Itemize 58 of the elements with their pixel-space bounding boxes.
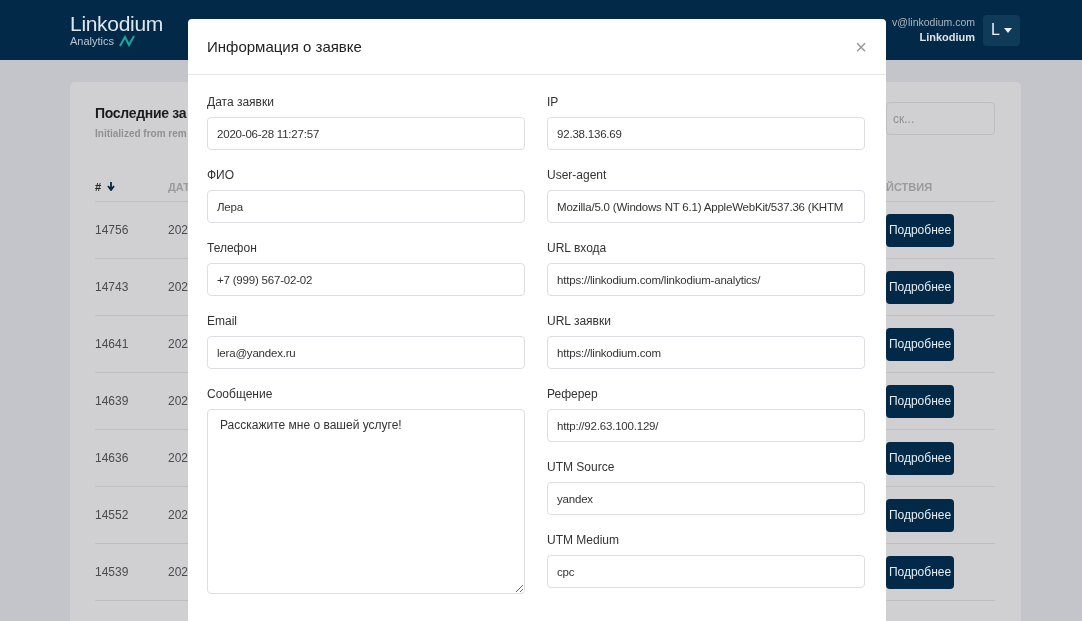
table-cell: 202 — [168, 565, 188, 579]
field-label: User-agent — [547, 168, 608, 182]
table-cell-text: 14756 — [95, 223, 130, 237]
input-field[interactable]: https://linkodium.com/linkodium-analytics/ — [547, 263, 865, 296]
column-header[interactable]: # — [95, 180, 168, 193]
sort-arrow-icon — [107, 182, 116, 191]
details-button[interactable]: Подробнее — [886, 441, 954, 475]
table-cell-text: 14636 — [95, 451, 130, 465]
field-label: Дата заявки — [207, 95, 275, 109]
message-field[interactable]: Расскажите мне о вашей услуге! — [207, 409, 525, 594]
table-cell-text: 14539 — [95, 565, 130, 579]
logo-name: Linkodium — [70, 13, 164, 34]
field-label: UTM Medium — [547, 533, 620, 547]
caret-icon — [1004, 27, 1012, 33]
details-button[interactable]: Подробнее — [886, 270, 954, 304]
table-cell: 202 — [168, 451, 188, 465]
logo-tagline: Analytics — [70, 35, 115, 47]
table-cell-text: 14639 — [95, 394, 130, 408]
field-label: Email — [207, 314, 238, 328]
field-label: IP — [547, 95, 560, 109]
input-field[interactable]: cpc — [547, 555, 865, 588]
field-label: UTM Source — [547, 460, 616, 474]
details-button[interactable]: Подробнее — [886, 555, 954, 589]
field-label: URL заявки — [547, 314, 612, 328]
table-cell: 202 — [168, 280, 188, 294]
field-label: URL входа — [547, 241, 608, 255]
input-field[interactable]: 2020-06-28 11:27:57 — [207, 117, 525, 150]
card-title: Последние за — [95, 105, 188, 121]
card-subtitle: Initialized from rem — [95, 128, 188, 139]
field-label: Телефон — [207, 241, 258, 255]
details-button[interactable]: Подробнее — [886, 498, 954, 532]
user-menu-button[interactable]: L — [983, 14, 1020, 46]
details-button[interactable]: Подробнее — [886, 213, 954, 247]
user-email: v@linkodium.com — [892, 16, 976, 30]
company-name: Linkodium — [919, 29, 976, 44]
table-cell: 202 — [168, 337, 188, 351]
input-field[interactable]: yandex — [547, 482, 865, 515]
modal-title: Информация о заявке — [207, 38, 362, 55]
input-field[interactable]: Mozilla/5.0 (Windows NT 6.1) AppleWebKit/537.36 (KHTM — [547, 190, 865, 223]
input-field[interactable]: 92.38.136.69 — [547, 117, 865, 150]
input-field[interactable]: http://92.63.100.129/ — [547, 409, 865, 442]
search-field[interactable]: ск... — [886, 102, 995, 135]
field-label: Сообщение — [207, 387, 274, 401]
details-button[interactable]: Подробнее — [886, 384, 954, 418]
input-field[interactable]: +7 (999) 567-02-02 — [207, 263, 525, 296]
field-label: Реферер — [547, 387, 599, 401]
input-field[interactable]: Лера — [207, 190, 525, 223]
table-cell: 202 — [168, 508, 188, 522]
zigzag-logo-icon — [119, 35, 136, 47]
table-cell: 202 — [168, 223, 188, 237]
field-label: ФИО — [207, 168, 236, 182]
input-field[interactable]: https://linkodium.com — [547, 336, 865, 369]
details-button[interactable]: Подробнее — [886, 327, 954, 361]
table-cell-text: 14743 — [95, 280, 130, 294]
table-cell-text: 14641 — [95, 337, 130, 351]
table-cell-text: 14552 — [95, 508, 130, 522]
table-cell: 202 — [168, 394, 188, 408]
input-field[interactable]: lera@yandex.ru — [207, 336, 525, 369]
